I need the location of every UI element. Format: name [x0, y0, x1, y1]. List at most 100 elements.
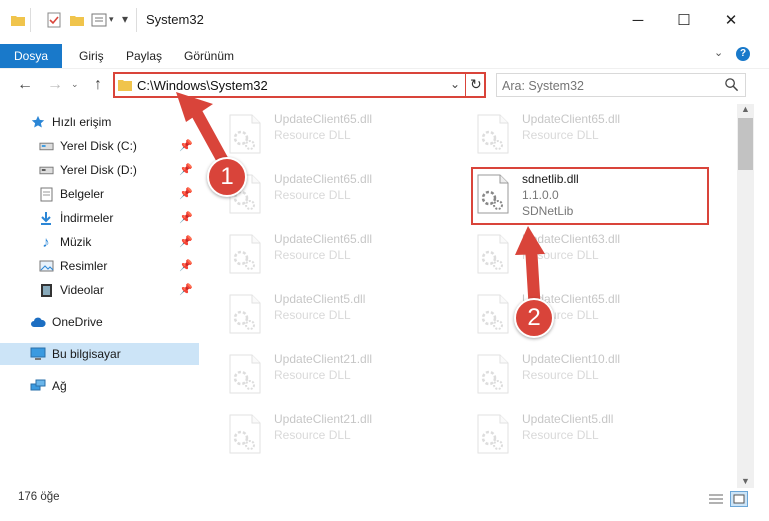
- sidebar-item-this-pc[interactable]: Bu bilgisayar: [0, 343, 199, 365]
- dll-file-icon: [477, 234, 509, 274]
- customize-toolbar-icon[interactable]: [91, 12, 107, 28]
- scroll-up-icon[interactable]: ▲: [741, 104, 750, 114]
- computer-icon: [30, 346, 46, 362]
- file-name: UpdateClient5.dll: [274, 292, 366, 306]
- search-icon[interactable]: [724, 77, 739, 92]
- file-type: Resource DLL: [274, 248, 351, 262]
- pin-icon[interactable]: 📌: [179, 187, 193, 200]
- sidebar-item-downloads[interactable]: İndirmeler 📌: [0, 207, 199, 229]
- sidebar-item-label: Müzik: [60, 235, 92, 249]
- tab-share[interactable]: Paylaş: [126, 44, 162, 68]
- pin-icon[interactable]: 📌: [179, 139, 193, 152]
- callout-2: 2: [514, 298, 554, 338]
- sidebar-item-label: Videolar: [60, 283, 104, 297]
- file-tile[interactable]: UpdateClient65.dll Resource DLL: [228, 168, 458, 220]
- recent-locations-icon[interactable]: ⌄: [71, 79, 79, 90]
- folder-icon: [11, 16, 25, 26]
- file-type: Resource DLL: [522, 248, 599, 262]
- file-tile[interactable]: UpdateClient5.dll Resource DLL: [476, 408, 706, 460]
- properties-icon[interactable]: [46, 12, 62, 28]
- file-type: Resource DLL: [522, 128, 599, 142]
- tab-file[interactable]: Dosya: [0, 44, 62, 68]
- pin-icon[interactable]: 📌: [179, 283, 193, 296]
- network-icon: [30, 378, 46, 394]
- sidebar-item-videos[interactable]: Videolar 📌: [0, 279, 199, 301]
- file-tile[interactable]: UpdateClient65.dll Resource DLL: [476, 108, 706, 160]
- pin-icon[interactable]: 📌: [179, 235, 193, 248]
- file-tile[interactable]: UpdateClient65.dll Resource DLL: [476, 288, 706, 340]
- tab-view[interactable]: Görünüm: [184, 44, 234, 68]
- file-tile[interactable]: UpdateClient63.dll Resource DLL: [476, 228, 706, 280]
- file-tile[interactable]: UpdateClient65.dll Resource DLL: [228, 228, 458, 280]
- dll-file-icon: [477, 294, 509, 334]
- window-title: System32: [146, 12, 204, 27]
- file-type: Resource DLL: [522, 368, 599, 382]
- large-icons-view-icon[interactable]: [730, 491, 748, 507]
- file-type: Resource DLL: [274, 428, 351, 442]
- dll-file-icon: [229, 414, 261, 454]
- chevron-down-icon[interactable]: ▾: [109, 14, 114, 25]
- file-tile[interactable]: UpdateClient21.dll Resource DLL: [228, 408, 458, 460]
- documents-icon: [38, 186, 54, 202]
- star-icon: [30, 114, 46, 130]
- file-tile[interactable]: UpdateClient21.dll Resource DLL: [228, 348, 458, 400]
- file-type: Resource DLL: [274, 308, 351, 322]
- file-type: Resource DLL: [274, 188, 351, 202]
- forward-arrow-icon[interactable]: →: [44, 74, 66, 96]
- video-icon: [38, 282, 54, 298]
- callout-1: 1: [207, 157, 247, 197]
- help-icon[interactable]: ?: [736, 47, 750, 61]
- sidebar-item-local-disk-c[interactable]: Yerel Disk (C:) 📌: [0, 135, 199, 157]
- item-count: 176 öğe: [18, 491, 60, 503]
- pictures-icon: [38, 258, 54, 274]
- sidebar-item-label: OneDrive: [52, 315, 103, 329]
- maximize-button[interactable]: ☐: [661, 0, 707, 40]
- dll-file-icon: [229, 294, 261, 334]
- scroll-thumb[interactable]: [738, 118, 753, 170]
- sidebar-item-network[interactable]: Ağ: [0, 375, 199, 397]
- file-name: UpdateClient10.dll: [522, 352, 621, 366]
- sidebar-item-pictures[interactable]: Resimler 📌: [0, 255, 199, 277]
- address-dropdown-icon[interactable]: ⌄: [450, 77, 460, 91]
- search-input[interactable]: [500, 76, 704, 96]
- file-name: UpdateClient65.dll: [274, 232, 373, 246]
- file-tile[interactable]: UpdateClient65.dll Resource DLL: [228, 108, 458, 160]
- sidebar-item-label: İndirmeler: [60, 211, 114, 225]
- tab-home[interactable]: Giriş: [79, 44, 104, 68]
- file-name: UpdateClient21.dll: [274, 352, 373, 366]
- sidebar-item-label: Bu bilgisayar: [52, 347, 121, 361]
- sidebar-item-onedrive[interactable]: OneDrive: [0, 311, 199, 333]
- highlight-box: [471, 167, 709, 225]
- new-folder-icon[interactable]: [69, 12, 85, 28]
- dll-file-icon: [477, 354, 509, 394]
- quick-access-dropdown-icon[interactable]: ▾: [122, 12, 128, 26]
- file-name: UpdateClient5.dll: [522, 412, 614, 426]
- pin-icon[interactable]: 📌: [179, 259, 193, 272]
- address-path[interactable]: C:\Windows\System32: [137, 78, 268, 93]
- sidebar-item-music[interactable]: ♪ Müzik 📌: [0, 231, 199, 253]
- dll-file-icon: [477, 414, 509, 454]
- folder-icon: [118, 80, 132, 91]
- sidebar-item-local-disk-d[interactable]: Yerel Disk (D:) 📌: [0, 159, 199, 181]
- scroll-down-icon[interactable]: ▼: [741, 476, 750, 486]
- divider: [465, 74, 466, 96]
- minimize-button[interactable]: ─: [615, 0, 661, 40]
- up-arrow-icon[interactable]: ↑: [87, 74, 109, 96]
- ribbon: [0, 40, 769, 68]
- pin-icon[interactable]: 📌: [179, 211, 193, 224]
- back-arrow-icon[interactable]: ←: [14, 74, 36, 96]
- sidebar-item-quick-access[interactable]: Hızlı erişim: [0, 111, 199, 133]
- file-type: Resource DLL: [522, 428, 599, 442]
- refresh-icon[interactable]: ↻: [470, 76, 482, 93]
- file-name: UpdateClient21.dll: [274, 412, 373, 426]
- sidebar-item-label: Ağ: [52, 379, 67, 393]
- sidebar-item-documents[interactable]: Belgeler 📌: [0, 183, 199, 205]
- details-view-icon[interactable]: [708, 492, 724, 506]
- pin-icon[interactable]: 📌: [179, 163, 193, 176]
- close-button[interactable]: ✕: [708, 0, 754, 40]
- dll-file-icon: [229, 354, 261, 394]
- expand-ribbon-icon[interactable]: ⌄: [714, 46, 723, 59]
- file-type: Resource DLL: [274, 368, 351, 382]
- file-tile[interactable]: UpdateClient10.dll Resource DLL: [476, 348, 706, 400]
- file-tile[interactable]: UpdateClient5.dll Resource DLL: [228, 288, 458, 340]
